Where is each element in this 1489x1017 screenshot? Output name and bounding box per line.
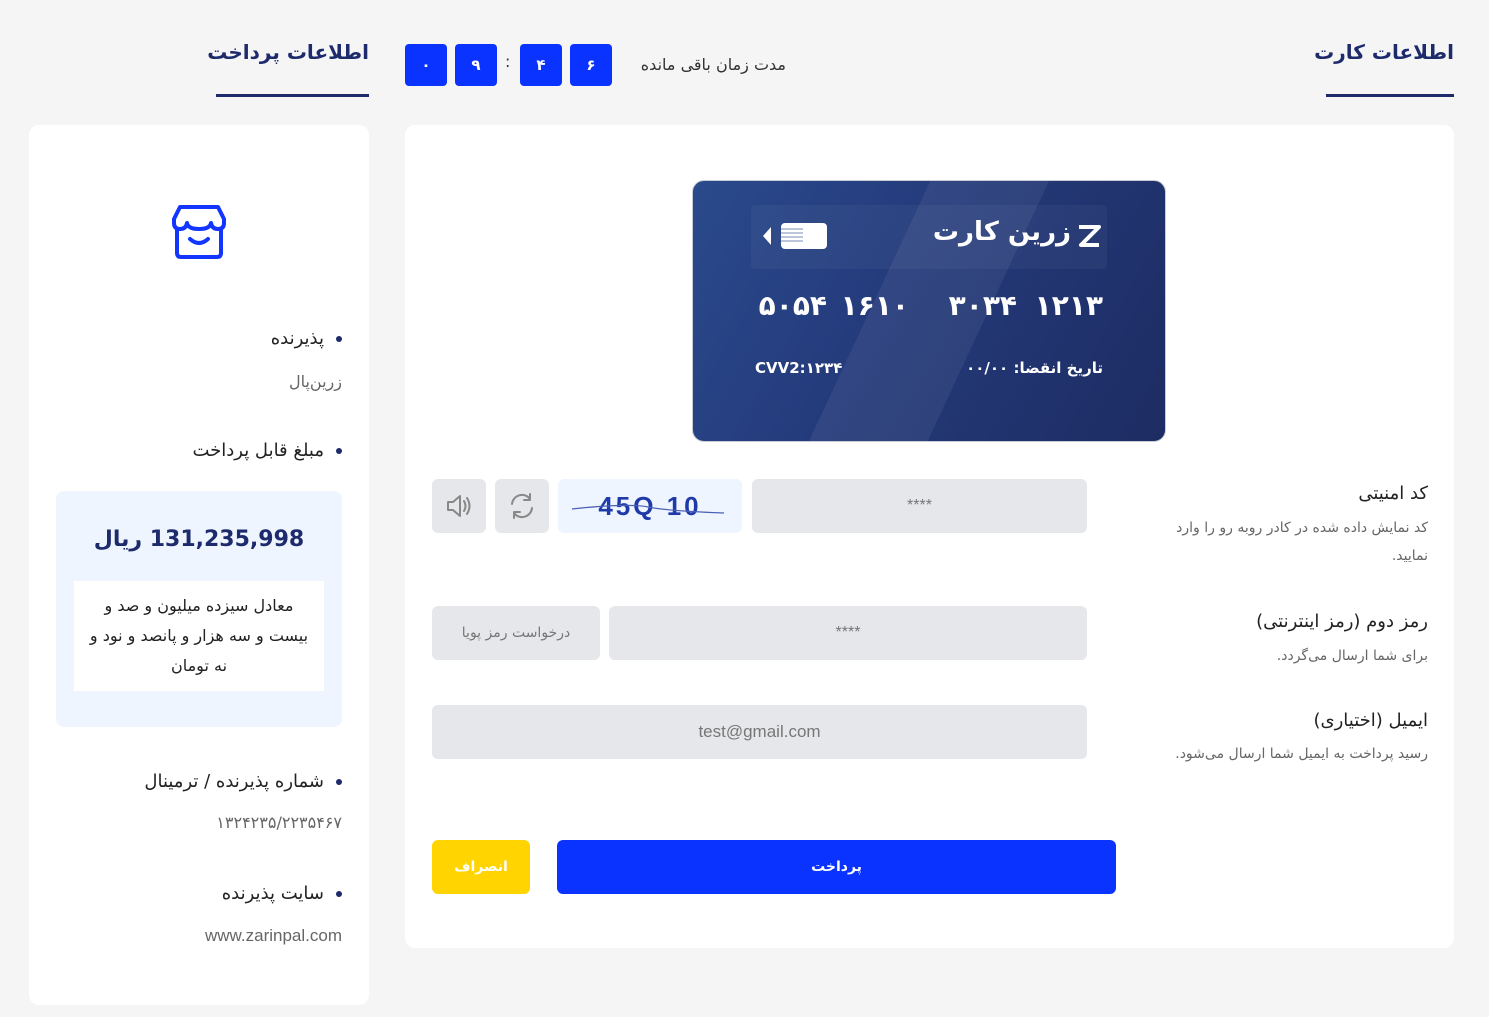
password-label: رمز دوم (رمز اینترنتی) bbox=[1256, 611, 1428, 632]
cancel-button[interactable]: انصراف bbox=[432, 840, 530, 894]
pay-button[interactable]: پرداخت bbox=[557, 840, 1116, 894]
card-brand-icon bbox=[1077, 223, 1101, 247]
password-input[interactable]: **** bbox=[609, 606, 1087, 660]
card-number-group: ۱۶۱۰ bbox=[840, 289, 909, 322]
card-chip-icon bbox=[759, 219, 831, 253]
payment-info-title: اطلاعات پرداخت bbox=[207, 40, 369, 64]
amount-label-text: مبلغ قابل پرداخت bbox=[192, 440, 324, 461]
captcha-label: کد امنیتی bbox=[1358, 483, 1428, 504]
bullet-icon bbox=[336, 778, 342, 785]
terminal-label-text: شماره پذیرنده / ترمینال bbox=[144, 771, 324, 792]
otp-request-button[interactable]: درخواست رمز پویا bbox=[432, 606, 600, 660]
card-cvv2: CVV2:۱۲۳۴ bbox=[755, 359, 843, 377]
terminal-label: شماره پذیرنده / ترمینال bbox=[144, 771, 342, 792]
amount-value: 131,235,998 ریال bbox=[93, 527, 305, 552]
captcha-help: کد نمایش داده شده در کادر روبه رو را وار… bbox=[1176, 520, 1428, 564]
card-number-group: ۵۰۵۴ bbox=[758, 289, 827, 322]
card-expiry: تاریخ انقضا: ۰۰/۰۰ bbox=[966, 359, 1103, 377]
bank-card: زرین کارت ۱۲۱۳ ۳۰۳۴ ۱۶۱۰ ۵۰۵۴ تاریخ انقض… bbox=[692, 180, 1166, 442]
bullet-icon bbox=[336, 447, 342, 454]
captcha-image: 45Q 10 bbox=[558, 479, 742, 533]
amount-words: معادل سیزده میلیون و صد و بیست و سه هزار… bbox=[74, 581, 324, 691]
timer-digit: ۰ bbox=[405, 44, 447, 86]
card-brand: زرین کارت bbox=[933, 217, 1071, 247]
merchant-label-text: پذیرنده bbox=[270, 328, 324, 349]
timer-separator: : bbox=[505, 52, 511, 71]
site-label-text: سایت پذیرنده bbox=[221, 883, 324, 904]
site-value[interactable]: www.zarinpal.com bbox=[205, 926, 342, 946]
email-help: رسید پرداخت به ایمیل شما ارسال می‌شود. bbox=[1175, 746, 1428, 762]
amount-box: 131,235,998 ریال معادل سیزده میلیون و صد… bbox=[56, 491, 342, 727]
email-input[interactable]: test@gmail.com bbox=[432, 705, 1087, 759]
card-brand-text: زرین کارت bbox=[932, 217, 1071, 247]
merchant-value: زرین‌پال bbox=[288, 372, 342, 391]
card-info-panel: زرین کارت ۱۲۱۳ ۳۰۳۴ ۱۶۱۰ ۵۰۵۴ تاریخ انقض… bbox=[405, 125, 1454, 948]
card-info-underline bbox=[1326, 94, 1454, 97]
refresh-icon bbox=[511, 493, 533, 519]
refresh-captcha-button[interactable] bbox=[495, 479, 549, 533]
store-icon bbox=[168, 203, 230, 261]
password-help: برای شما ارسال می‌گردد. bbox=[1276, 648, 1428, 664]
merchant-label: پذیرنده bbox=[271, 328, 342, 349]
timer-digit: ۴ bbox=[520, 44, 562, 86]
site-label: سایت پذیرنده bbox=[222, 883, 342, 904]
timer-digit: ۶ bbox=[570, 44, 612, 86]
bullet-icon bbox=[336, 890, 342, 897]
timer-label: مدت زمان باقی مانده bbox=[640, 55, 786, 74]
amount-label: مبلغ قابل پرداخت bbox=[192, 440, 342, 461]
terminal-value: ۱۳۲۴۲۳۵/۲۲۳۵۴۶۷ bbox=[216, 813, 342, 832]
captcha-input[interactable]: **** bbox=[752, 479, 1087, 533]
timer-digit: ۹ bbox=[455, 44, 497, 86]
bullet-icon bbox=[336, 335, 342, 342]
speaker-icon bbox=[447, 495, 471, 517]
audio-captcha-button[interactable] bbox=[432, 479, 486, 533]
card-number-group: ۳۰۳۴ bbox=[948, 289, 1017, 322]
card-info-title: اطلاعات کارت bbox=[1314, 40, 1454, 64]
payment-info-panel: پذیرنده زرین‌پال مبلغ قابل پرداخت 131,23… bbox=[29, 125, 369, 1005]
payment-info-underline bbox=[216, 94, 369, 97]
card-number-group: ۱۲۱۳ bbox=[1034, 289, 1103, 322]
email-label: ایمیل (اختیاری) bbox=[1313, 710, 1428, 731]
captcha-noise bbox=[571, 504, 725, 514]
